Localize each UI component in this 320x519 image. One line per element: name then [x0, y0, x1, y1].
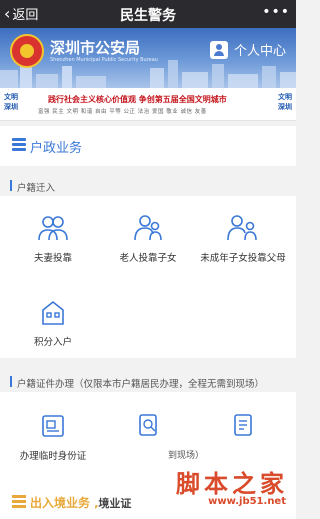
- bureau-english-name: Shenzhen Municipal Public Security Burea…: [50, 57, 158, 63]
- service-label: 老人投靠子女: [119, 253, 177, 264]
- service-label: 办理临时身份证: [19, 451, 87, 462]
- watermark-text: 脚本之家: [176, 470, 288, 498]
- id-card-icon: [37, 412, 69, 440]
- service-couple[interactable]: 夫妻投靠: [4, 214, 102, 264]
- group-title-text: 户籍迁入: [17, 183, 56, 194]
- list-icon: [12, 138, 26, 152]
- civil-values: 富强 民主 文明 和谐 自由 平等 公正 法治 爱国 敬业 诚信 友善: [38, 109, 207, 115]
- group-title-migration: 户籍迁入: [0, 176, 296, 196]
- points-house-icon: [37, 298, 69, 326]
- civilization-banner: 文明 深圳 践行社会主义核心价值观 争创第五届全国文明城市 富强 民主 文明 和谐…: [0, 88, 296, 121]
- civil-left-label: 文明 深圳: [4, 93, 18, 111]
- more-menu-icon[interactable]: •••: [262, 4, 290, 20]
- service-card-2[interactable]: [99, 412, 197, 440]
- user-center-button[interactable]: 个人中心: [209, 40, 286, 59]
- doc-search-icon: [132, 412, 164, 440]
- police-emblem-icon: [10, 34, 44, 68]
- service-label: 未成年子女投靠父母: [200, 253, 286, 264]
- doc-icon: [227, 412, 259, 440]
- bureau-name: 深圳市公安局: [50, 39, 141, 57]
- civil-right-label: 文明 深圳: [278, 93, 292, 111]
- service-label: 夫妻投靠: [33, 253, 72, 264]
- service-elder[interactable]: 老人投靠子女: [99, 214, 197, 264]
- service-child[interactable]: 未成年子女投靠父母: [194, 214, 292, 264]
- exit-entry-section-title: 出入境业务 ,境业证: [30, 496, 132, 510]
- top-nav-bar: ‹ 返回 民生警务 •••: [0, 0, 296, 28]
- list-icon: [12, 495, 26, 508]
- couple-icon: [37, 214, 69, 242]
- user-center-label: 个人中心: [233, 44, 286, 59]
- user-icon: [209, 40, 228, 59]
- child-icon: [227, 214, 259, 242]
- service-card-3[interactable]: [194, 412, 292, 440]
- police-banner: 深圳市公安局 Shenzhen Municipal Public Securit…: [0, 28, 296, 88]
- civil-headline: 践行社会主义核心价值观 争创第五届全国文明城市: [48, 95, 227, 104]
- page-title: 民生警务: [120, 8, 176, 24]
- service-points[interactable]: 积分入户: [4, 298, 102, 348]
- migration-services-panel: 夫妻投靠 老人投靠子女 未成年子女投靠父母 积分入户: [0, 196, 296, 358]
- watermark-url: www.jb51.net: [208, 496, 286, 507]
- elder-icon: [132, 214, 164, 242]
- popup-fragment-text: 到现场）: [168, 451, 205, 461]
- service-label: 积分入户: [33, 337, 72, 348]
- group-title-certificate: 户籍证件办理（仅限本市户籍居民办理，全程无需到现场）: [0, 372, 296, 392]
- household-section-title: 户政业务: [30, 141, 83, 156]
- household-section-header: 户政业务: [0, 126, 296, 166]
- service-temp-id[interactable]: 办理临时身份证: [4, 412, 102, 462]
- group-title-text: 户籍证件办理（仅限本市户籍居民办理，全程无需到现场）: [17, 379, 265, 390]
